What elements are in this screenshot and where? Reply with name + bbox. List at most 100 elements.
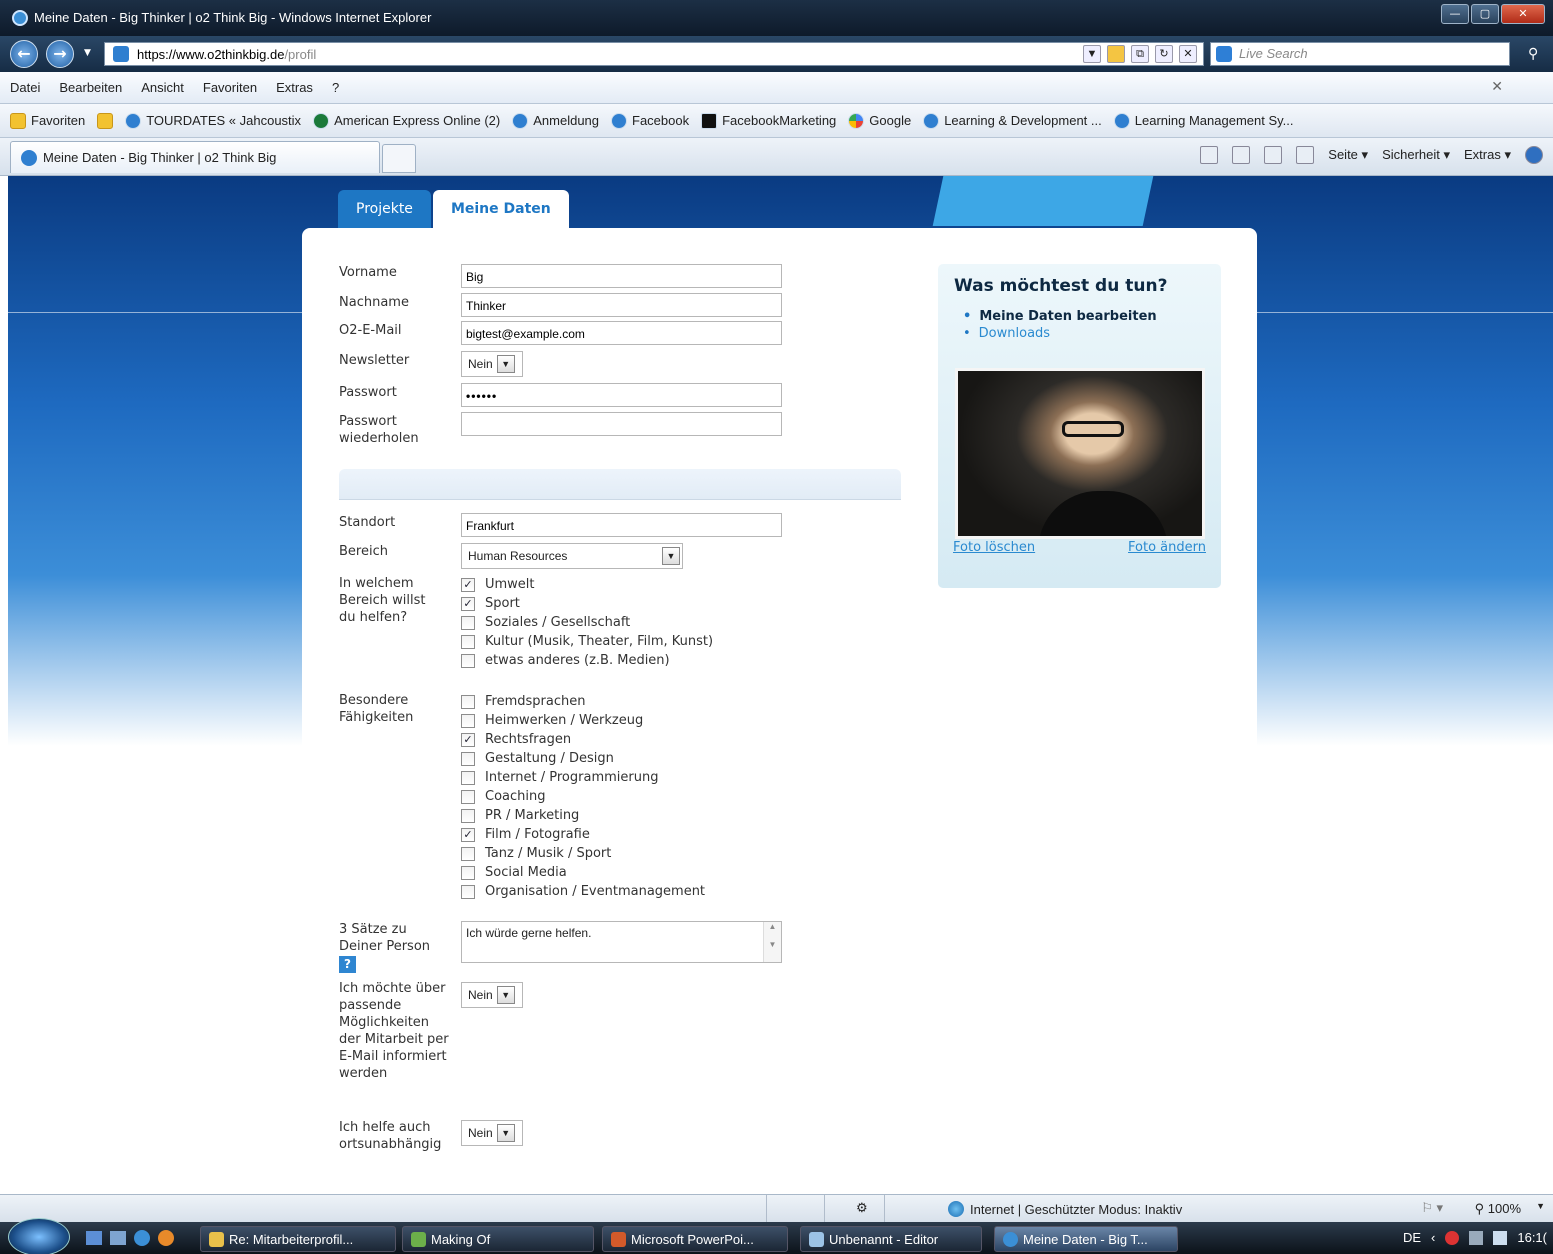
menu-help[interactable]: ? <box>332 80 339 95</box>
address-dropdown-icon[interactable]: ▼ <box>1083 45 1101 63</box>
fav-item-lms[interactable]: Learning Management Sy... <box>1113 112 1294 129</box>
menu-extras[interactable]: Extras <box>276 80 313 95</box>
fav-item-facebookmarketing[interactable]: FacebookMarketing <box>701 112 836 129</box>
help-icon[interactable]: ? <box>339 956 356 973</box>
page-menu[interactable]: Seite ▾ <box>1328 147 1368 163</box>
mitarbeit-select[interactable]: Nein ▼ <box>461 982 523 1008</box>
ie-quicklaunch-icon[interactable] <box>134 1230 150 1246</box>
bereich-select[interactable]: Human Resources ▼ <box>461 543 683 569</box>
checkbox[interactable] <box>461 865 475 880</box>
tab-projekte[interactable]: Projekte <box>338 190 431 228</box>
lock-icon[interactable] <box>1107 45 1125 63</box>
favorites-button[interactable]: Favoriten <box>10 112 85 129</box>
switch-windows-icon[interactable] <box>110 1231 126 1245</box>
tray-chevron-icon[interactable]: ‹ <box>1431 1230 1435 1245</box>
popup-blocker-icon[interactable]: ⚐ ▾ <box>1421 1200 1443 1216</box>
checkbox-heimwerken[interactable]: Heimwerken / Werkzeug <box>461 711 705 730</box>
tab-meine-daten[interactable]: Meine Daten <box>432 190 569 228</box>
menu-datei[interactable]: Datei <box>10 80 40 95</box>
checkbox-rechtsfragen[interactable]: ✓ Rechtsfragen <box>461 730 705 749</box>
checkbox[interactable] <box>461 884 475 899</box>
taskbar-item-ie[interactable]: Meine Daten - Big T... <box>994 1226 1178 1252</box>
checkbox-kultur[interactable]: Kultur (Musik, Theater, Film, Kunst) <box>461 632 713 651</box>
checkbox-social-media[interactable]: Social Media <box>461 863 705 882</box>
tray-app-icon[interactable] <box>1445 1230 1460 1245</box>
firefox-quicklaunch-icon[interactable] <box>158 1230 174 1246</box>
nachname-input[interactable]: Thinker <box>461 293 782 317</box>
checkbox[interactable]: ✓ <box>461 827 475 842</box>
ortsunabhaengig-select[interactable]: Nein ▼ <box>461 1120 523 1146</box>
compat-icon[interactable]: ⧉ <box>1131 45 1149 63</box>
menubar-close-icon[interactable]: ✕ <box>1491 78 1503 95</box>
checkbox-coaching[interactable]: Coaching <box>461 787 705 806</box>
checkbox-internet[interactable]: Internet / Programmierung <box>461 768 705 787</box>
checkbox[interactable] <box>461 694 475 709</box>
tray-network-icon[interactable] <box>1469 1230 1484 1245</box>
checkbox-soziales[interactable]: Soziales / Gesellschaft <box>461 613 713 632</box>
menu-favoriten[interactable]: Favoriten <box>203 80 257 95</box>
menu-bearbeiten[interactable]: Bearbeiten <box>59 80 122 95</box>
fav-item-learning-dev[interactable]: Learning & Development ... <box>923 112 1102 129</box>
refresh-icon[interactable]: ↻ <box>1155 45 1173 63</box>
textarea-scrollbar[interactable]: ▲ ▼ <box>763 922 781 962</box>
checkbox[interactable] <box>461 751 475 766</box>
checkbox-tanz[interactable]: Tanz / Musik / Sport <box>461 844 705 863</box>
standort-input[interactable]: Frankfurt <box>461 513 782 537</box>
address-input[interactable]: https://www.o2thinkbig.de/profil ▼ ⧉ ↻ ✕ <box>104 42 1204 66</box>
checkbox[interactable]: ✓ <box>461 596 475 611</box>
print-icon[interactable] <box>1296 146 1315 164</box>
checkbox[interactable]: ✓ <box>461 577 475 592</box>
checkbox[interactable] <box>461 789 475 804</box>
history-dropdown-icon[interactable]: ▼ <box>84 48 91 58</box>
tray-volume-icon[interactable] <box>1493 1230 1508 1245</box>
checkbox[interactable] <box>461 846 475 861</box>
feeds-icon[interactable] <box>1232 146 1251 164</box>
action-meine-daten[interactable]: Meine Daten bearbeiten <box>963 308 1156 325</box>
language-indicator[interactable]: DE <box>1403 1230 1421 1245</box>
add-favorite-button[interactable] <box>97 112 114 129</box>
taskbar-item-making-of[interactable]: Making Of <box>402 1226 594 1252</box>
action-downloads[interactable]: Downloads <box>963 325 1157 342</box>
checkbox[interactable] <box>461 808 475 823</box>
checkbox-fremdsprachen[interactable]: Fremdsprachen <box>461 692 705 711</box>
zoom-level[interactable]: ⚲ 100% <box>1475 1201 1521 1217</box>
checkbox[interactable] <box>461 615 475 630</box>
fav-item-amex[interactable]: American Express Online (2) <box>313 112 500 129</box>
checkbox-sport[interactable]: ✓ Sport <box>461 594 713 613</box>
taskbar-item-powerpoint[interactable]: Microsoft PowerPoi... <box>602 1226 788 1252</box>
help-icon[interactable] <box>1525 146 1543 164</box>
new-tab-button[interactable] <box>382 144 416 173</box>
close-window-button[interactable]: ✕ <box>1501 4 1545 24</box>
checkbox[interactable] <box>461 653 475 668</box>
browser-tab-active[interactable]: Meine Daten - Big Thinker | o2 Think Big <box>10 141 380 173</box>
minimize-button[interactable]: — <box>1441 4 1469 24</box>
passwort-wiederholen-input[interactable] <box>461 412 782 436</box>
forward-button[interactable]: → <box>46 40 74 68</box>
clock[interactable]: 16:1( <box>1517 1230 1547 1245</box>
checkbox[interactable] <box>461 713 475 728</box>
search-input[interactable]: Live Search <box>1210 42 1510 66</box>
show-desktop-icon[interactable] <box>86 1231 102 1245</box>
fav-item-anmeldung[interactable]: Anmeldung <box>512 112 599 129</box>
newsletter-select[interactable]: Nein ▼ <box>461 351 523 377</box>
checkbox-gestaltung[interactable]: Gestaltung / Design <box>461 749 705 768</box>
vorname-input[interactable]: Big <box>461 264 782 288</box>
start-button[interactable] <box>8 1218 70 1254</box>
fav-item-facebook[interactable]: Facebook <box>611 112 689 129</box>
photo-change-link[interactable]: Foto ändern <box>1128 540 1206 555</box>
maximize-button[interactable]: ▢ <box>1471 4 1499 24</box>
search-magnifier-icon[interactable]: ⚲ <box>1528 46 1538 62</box>
home-icon[interactable] <box>1200 146 1219 164</box>
privacy-icon[interactable]: ⚙ <box>856 1200 868 1216</box>
mail-icon[interactable] <box>1264 146 1283 164</box>
email-input[interactable]: bigtest@example.com <box>461 321 782 345</box>
checkbox[interactable] <box>461 770 475 785</box>
passwort-input[interactable]: •••••• <box>461 383 782 407</box>
back-button[interactable]: ← <box>10 40 38 68</box>
checkbox[interactable]: ✓ <box>461 732 475 747</box>
fav-item-google[interactable]: Google <box>848 112 911 129</box>
saetze-textarea[interactable]: Ich würde gerne helfen. ▲ ▼ <box>461 921 782 963</box>
taskbar-item-editor[interactable]: Unbenannt - Editor <box>800 1226 982 1252</box>
extras-menu[interactable]: Extras ▾ <box>1464 147 1511 163</box>
security-zone[interactable]: Internet | Geschützter Modus: Inaktiv <box>948 1201 1182 1217</box>
